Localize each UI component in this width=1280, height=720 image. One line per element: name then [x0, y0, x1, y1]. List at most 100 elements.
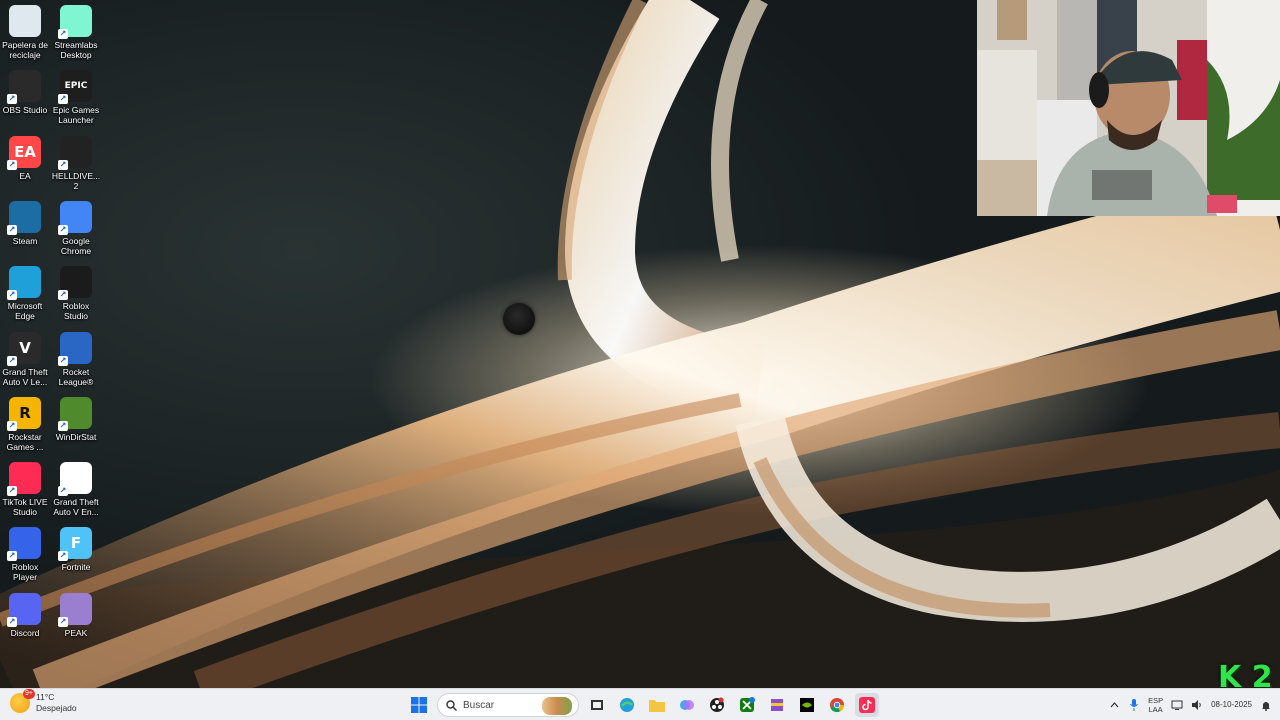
desktop-shortcut[interactable]: ↗ Microsoft Edge — [0, 266, 51, 321]
clock-date: 08-10-2025 — [1211, 700, 1252, 709]
rockstar-icon: R ↗ — [7, 396, 41, 431]
tiktok-live-icon: ↗ — [7, 462, 41, 497]
windows-start-icon — [411, 697, 427, 713]
desktop-shortcut[interactable]: ↗ TikTok LIVE Studio — [0, 462, 51, 517]
helldivers-icon: ↗ — [58, 135, 92, 170]
icon-glyph: F — [70, 534, 82, 553]
taskbar: 9+ 11°C Despejado Buscar ESP LAA 08-10-2… — [0, 688, 1280, 720]
desktop-shortcut-label: Roblox Player — [11, 562, 39, 583]
taskbar-tiktok-live-button[interactable] — [855, 693, 879, 717]
edge-icon — [620, 698, 634, 712]
icon-glyph: R — [19, 403, 31, 422]
desktop-shortcut[interactable]: ↗ PEAK — [50, 592, 102, 638]
desktop-shortcut-label: WinDirStat — [55, 431, 97, 442]
desktop-shortcut[interactable]: ↗ Discord — [0, 592, 51, 638]
copilot-icon — [680, 700, 694, 710]
shortcut-arrow-icon: ↗ — [7, 290, 17, 301]
microphone-icon[interactable] — [1128, 699, 1140, 711]
taskbar-winrar-button[interactable] — [765, 693, 789, 717]
streamer-webcam-image — [977, 0, 1280, 216]
taskbar-chrome-button[interactable] — [825, 693, 849, 717]
desktop-shortcut-label: TikTok LIVE Studio — [2, 497, 48, 518]
shortcut-arrow-icon: ↗ — [7, 420, 17, 431]
shortcut-arrow-icon: ↗ — [58, 616, 68, 627]
input-language-indicator[interactable]: ESP LAA — [1148, 696, 1163, 714]
language-code: ESP — [1148, 696, 1164, 705]
icon-glyph: V — [19, 338, 31, 357]
task-view-icon — [591, 700, 603, 710]
shortcut-arrow-icon: ↗ — [7, 355, 17, 366]
desktop-shortcut-label: HELLDIVE... 2 — [51, 170, 101, 191]
streamlabs-icon: ↗ — [58, 5, 92, 39]
desktop-shortcut[interactable]: ↗ HELLDIVE... 2 — [50, 135, 102, 191]
desktop-shortcut-label: Streamlabs Desktop — [54, 40, 98, 60]
shortcut-arrow-icon: ↗ — [7, 486, 17, 497]
shortcut-arrow-icon: ↗ — [7, 159, 17, 170]
desktop-shortcut[interactable]: ↗ Google Chrome — [50, 200, 102, 256]
volume-icon[interactable] — [1191, 699, 1203, 711]
desktop-shortcut-label: Epic Games Launcher — [52, 105, 100, 126]
clock[interactable]: 08-10-2025 — [1211, 700, 1252, 710]
taskbar-obs-button[interactable] — [705, 693, 729, 717]
taskbar-file-explorer-button[interactable] — [645, 693, 669, 717]
shortcut-arrow-icon: ↗ — [7, 551, 17, 562]
start-button[interactable] — [407, 693, 431, 717]
fortnite-icon: F ↗ — [58, 527, 92, 562]
taskbar-edge-button[interactable] — [615, 693, 639, 717]
search-placeholder: Buscar — [463, 699, 495, 711]
shortcut-arrow-icon: ↗ — [58, 290, 68, 301]
shortcut-arrow-icon: ↗ — [7, 616, 17, 627]
system-tray: ESP LAA 08-10-2025 — [1108, 689, 1280, 720]
desktop-shortcut-label: Fortnite — [61, 562, 91, 573]
desktop-shortcut[interactable]: R ↗ Rockstar Games ... — [0, 396, 51, 452]
ea-icon: EA ↗ — [7, 135, 41, 170]
notification-bell-icon[interactable] — [1260, 699, 1272, 711]
desktop-shortcut[interactable]: F ↗ Fortnite — [50, 527, 102, 572]
desktop-shortcut[interactable]: ↗ Roblox Studio — [50, 266, 102, 321]
desktop-shortcut[interactable]: ↗ Steam — [0, 200, 51, 246]
network-icon[interactable] — [1171, 699, 1183, 711]
desktop-shortcut-label: Steam — [12, 235, 38, 246]
taskbar-search-box[interactable]: Buscar — [437, 693, 579, 717]
file-explorer-icon — [649, 700, 665, 712]
desktop-shortcut[interactable]: ↗ Streamlabs Desktop — [50, 5, 102, 60]
file-icon: ↗ — [58, 462, 92, 497]
desktop-shortcut-label: Grand Theft Auto V Le... — [2, 366, 48, 387]
shortcut-arrow-icon: ↗ — [58, 420, 68, 431]
tiktok-live-icon — [859, 697, 875, 713]
desktop-shortcut-label: Roblox Studio — [62, 301, 90, 322]
taskbar-copilot-button[interactable] — [675, 693, 699, 717]
shortcut-arrow-icon: ↗ — [58, 551, 68, 562]
desktop-shortcut-label: Rockstar Games ... — [6, 431, 44, 452]
desktop-shortcut[interactable]: ↗ WinDirStat — [50, 396, 102, 442]
desktop-shortcut[interactable]: EPIC ↗ Epic Games Launcher — [50, 70, 102, 125]
shortcut-arrow-icon: ↗ — [58, 486, 68, 497]
shortcut-arrow-icon: ↗ — [7, 94, 17, 105]
desktop-shortcut-label: Rocket League® — [58, 366, 94, 387]
winrar-icon — [771, 699, 783, 711]
desktop-shortcut[interactable]: ↗ Grand Theft Auto V En... — [50, 462, 102, 517]
shortcut-arrow-icon: ↗ — [58, 355, 68, 366]
weather-widget[interactable]: 9+ 11°C Despejado — [10, 689, 77, 714]
keyboard-layout: LAA — [1148, 705, 1163, 714]
roblox-player-icon: ↗ — [7, 527, 41, 562]
shortcut-arrow-icon: ↗ — [58, 224, 68, 235]
obs-icon: ↗ — [7, 70, 41, 105]
desktop-shortcut[interactable]: ↗ OBS Studio — [0, 70, 51, 115]
notification-badge: 9+ — [23, 689, 35, 699]
desktop-shortcut[interactable]: ↗ Roblox Player — [0, 527, 51, 582]
taskbar-xbox-button[interactable] — [735, 693, 759, 717]
show-hidden-icons-chevron-icon[interactable] — [1108, 699, 1120, 711]
desktop-shortcut[interactable]: ↗ Rocket League® — [50, 331, 102, 387]
taskbar-nvidia-button[interactable] — [795, 693, 819, 717]
gta-v-icon: V ↗ — [7, 331, 41, 366]
roblox-studio-icon: ↗ — [58, 266, 92, 301]
desktop-shortcut[interactable]: EA ↗ EA — [0, 135, 51, 181]
desktop-shortcut[interactable]: Papelera de reciclaje — [0, 5, 51, 60]
desktop-shortcut-label: OBS Studio — [2, 105, 48, 116]
edge-icon: ↗ — [7, 266, 41, 301]
desktop-shortcut[interactable]: V ↗ Grand Theft Auto V Le... — [0, 331, 51, 387]
task-view-button[interactable] — [585, 693, 609, 717]
taskbar-center: Buscar — [407, 693, 879, 717]
shortcut-arrow-icon: ↗ — [7, 224, 17, 235]
